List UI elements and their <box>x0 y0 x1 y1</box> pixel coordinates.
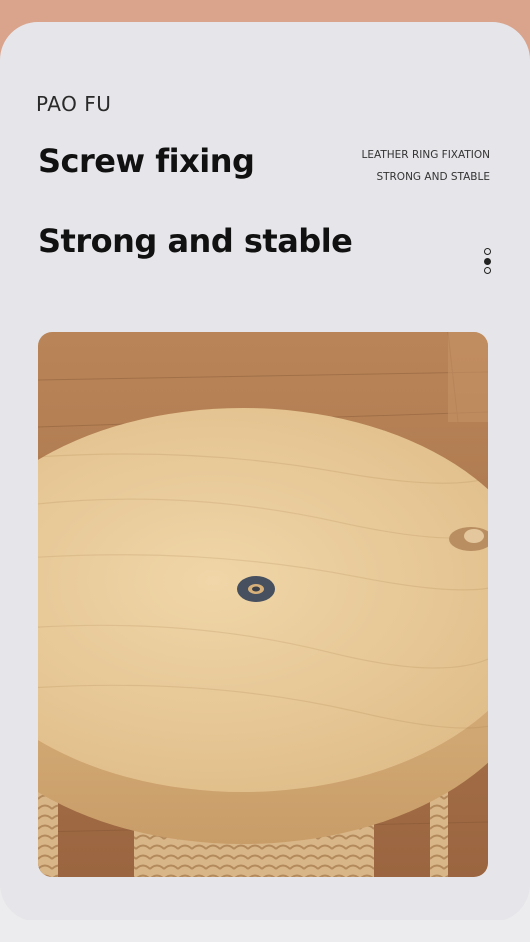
more-dot-3 <box>483 267 491 274</box>
bottom-margin <box>0 920 530 942</box>
brand-name: PAO FU <box>36 92 112 116</box>
more-vertical-icon[interactable] <box>483 248 491 274</box>
more-dot-2 <box>483 257 491 265</box>
more-dot-1 <box>483 248 491 255</box>
headline-line-2: Strong and stable <box>38 222 353 260</box>
product-photo <box>38 332 488 877</box>
side-note-line-1: LEATHER RING FIXATION <box>361 149 490 161</box>
headline-line-1: Screw fixing <box>38 142 255 180</box>
side-note-line-2: STRONG AND STABLE <box>376 171 490 183</box>
